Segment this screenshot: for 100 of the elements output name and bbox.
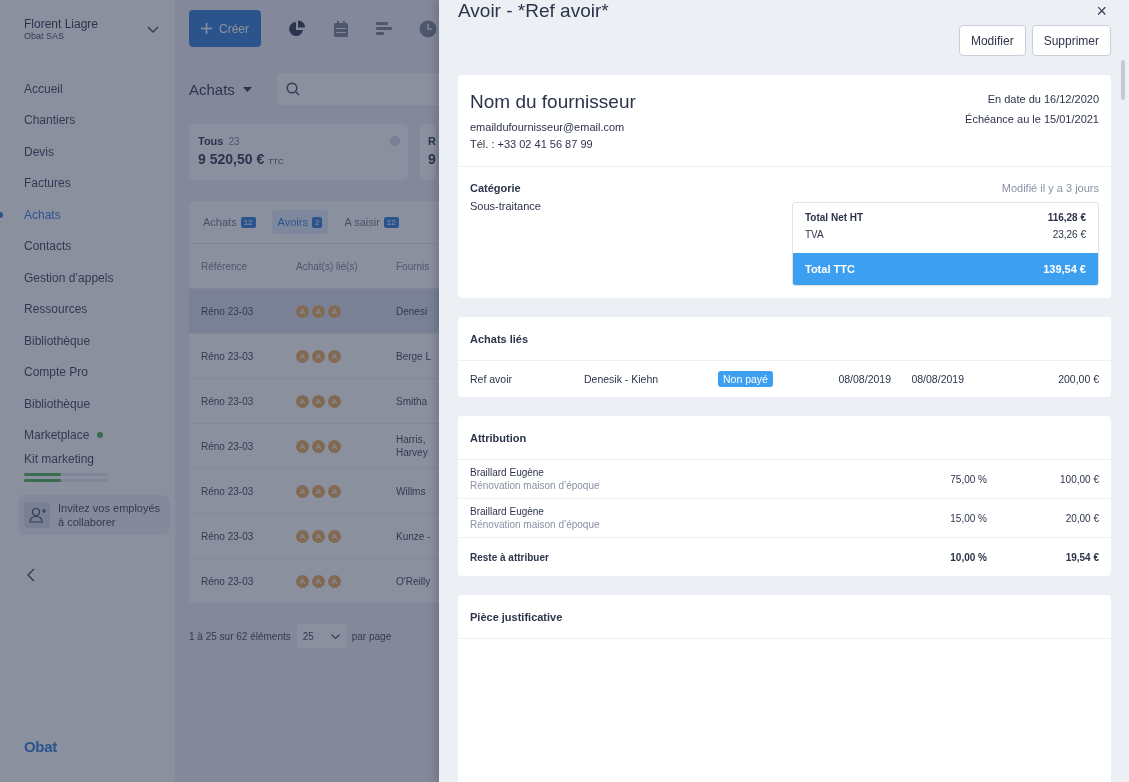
- column-header[interactable]: Référence: [189, 260, 296, 272]
- avatar[interactable]: A: [296, 439, 309, 453]
- tab[interactable]: A saisir 12: [338, 210, 405, 234]
- nav-item[interactable]: Ressources: [24, 302, 88, 317]
- avatar[interactable]: A: [312, 394, 325, 408]
- nav-item[interactable]: Kit marketing: [24, 451, 95, 466]
- summary-card[interactable]: R 9: [420, 124, 436, 180]
- chevron-down-icon: [330, 633, 340, 639]
- page-title[interactable]: Achats: [189, 80, 235, 98]
- table-row[interactable]: Réno 23-03 A A A Denesi: [189, 289, 439, 334]
- drawer-title: Avoir - *Ref avoir*: [458, 0, 609, 22]
- avatar[interactable]: A: [296, 304, 309, 318]
- amount-cell-text: 19,54 €: [1064, 551, 1099, 563]
- close-button[interactable]: ×: [1096, 2, 1107, 20]
- supplier-cell-text: Harris, Harvey: [396, 433, 429, 459]
- column-header[interactable]: Fournis: [396, 259, 436, 273]
- card-amount: 9 520,50 €: [198, 151, 265, 167]
- avatar[interactable]: A: [312, 439, 325, 453]
- nav-item[interactable]: Bibliothèque: [24, 333, 91, 348]
- card-label: R: [428, 135, 436, 147]
- invite-card[interactable]: Invitez vos employés à collaborer: [18, 494, 170, 535]
- card-unit: TTC: [268, 157, 284, 166]
- avatar[interactable]: A: [328, 304, 341, 318]
- date-text: Échéance au le 15/01/2021: [965, 113, 1099, 125]
- per-page-select[interactable]: 25: [296, 624, 346, 648]
- user-name: Florent Liagre: [24, 17, 99, 31]
- pie-chart-icon[interactable]: [288, 19, 306, 38]
- nav-item[interactable]: Gestion d’appels: [24, 270, 114, 285]
- section-title: Pièce justificative: [458, 595, 1111, 639]
- total-label: Total TTC: [805, 263, 855, 275]
- supplier-cell-text: Willms: [396, 484, 427, 498]
- nav-item[interactable]: Compte Pro: [24, 365, 89, 380]
- avatar[interactable]: A: [296, 484, 309, 498]
- avatar[interactable]: A: [328, 529, 341, 543]
- category-label: Catégorie: [470, 182, 522, 194]
- avatar[interactable]: A: [312, 484, 325, 498]
- caret-icon[interactable]: [242, 86, 252, 92]
- amount-cell-text: 100,00 €: [1059, 473, 1099, 485]
- bars-icon[interactable]: [376, 20, 392, 37]
- avatar[interactable]: A: [328, 394, 341, 408]
- nav-item[interactable]: Devis: [24, 144, 54, 159]
- create-button[interactable]: Créer: [189, 10, 261, 47]
- invite-text: Invitez vos employés à collaborer: [58, 500, 162, 529]
- nav-item[interactable]: Marketplace: [24, 428, 90, 443]
- nav-item[interactable]: Bibliothèque: [24, 396, 91, 411]
- collapse-icon[interactable]: [27, 567, 35, 582]
- category-value: Sous-traitance: [470, 200, 541, 212]
- avatar[interactable]: A: [296, 349, 309, 363]
- avatar[interactable]: A: [312, 574, 325, 588]
- summary-card[interactable]: Tous 23 9 520,50 € TTC: [189, 124, 408, 180]
- calendar-icon[interactable]: [333, 19, 349, 38]
- nav-item[interactable]: Chantiers: [24, 113, 76, 128]
- reference-cell-text: Ref avoir: [470, 373, 513, 385]
- project-name: Rénovation maison d’époque: [470, 480, 601, 491]
- search-icon: [285, 82, 300, 96]
- clock-icon[interactable]: [419, 19, 437, 38]
- column-header[interactable]: Achat(s) lié(s): [296, 260, 396, 272]
- person-name: Reste à attribuer: [470, 551, 550, 563]
- total-value: 23,26 €: [1052, 229, 1086, 240]
- reference-cell-text: Réno 23-03: [200, 350, 255, 362]
- amount-cell-text: 20,00 €: [1064, 512, 1099, 524]
- avatar[interactable]: A: [312, 349, 325, 363]
- card-count: 23: [228, 135, 240, 147]
- avatar[interactable]: A: [312, 529, 325, 543]
- section-title: Attribution: [458, 416, 1111, 460]
- logo: Obat: [24, 738, 58, 755]
- avatar[interactable]: A: [328, 574, 341, 588]
- nav-item[interactable]: Achats: [24, 207, 61, 222]
- total-value: 116,28 €: [1047, 212, 1086, 223]
- nav-item[interactable]: Contacts: [24, 239, 72, 254]
- avatar[interactable]: A: [328, 484, 341, 498]
- avatar[interactable]: A: [328, 439, 341, 453]
- status-badge: Non payé: [718, 371, 773, 387]
- modified-text: Modifié il y a 3 jours: [1001, 182, 1099, 194]
- avatar[interactable]: A: [312, 304, 325, 318]
- avatar[interactable]: A: [328, 349, 341, 363]
- per-page-label: par page: [351, 630, 392, 642]
- supplier-cell-text: Berge L: [396, 349, 433, 363]
- date-cell-text: 08/08/2019: [837, 373, 891, 385]
- reference-cell-text: Réno 23-03: [200, 440, 255, 452]
- action-button[interactable]: Supprimer: [1031, 25, 1111, 56]
- supplier-cell-text: Denesik - Kiehn: [584, 373, 660, 385]
- action-button[interactable]: Modifier: [958, 25, 1026, 56]
- supplier-cell-text: Kunze -: [396, 529, 432, 543]
- amount-cell-text: 200,00 €: [1057, 373, 1099, 385]
- avatar[interactable]: A: [296, 574, 309, 588]
- chevron-down-icon[interactable]: [147, 25, 159, 33]
- avatar[interactable]: A: [296, 529, 309, 543]
- card-label: Tous: [198, 135, 224, 147]
- reference-cell-text: Réno 23-03: [200, 575, 255, 587]
- tab[interactable]: Avoirs 2: [271, 210, 329, 234]
- supplier-cell-text: Smitha: [396, 394, 429, 408]
- nav-item[interactable]: Factures: [24, 176, 71, 191]
- project-name: Rénovation maison d’époque: [470, 519, 601, 530]
- plus-icon: [201, 23, 212, 34]
- pagination-summary: 1 à 25 sur 62 éléments: [189, 630, 291, 642]
- reference-cell-text: Réno 23-03: [200, 395, 255, 407]
- nav-item[interactable]: Accueil: [24, 81, 63, 96]
- avatar[interactable]: A: [296, 394, 309, 408]
- tab[interactable]: Achats 12: [197, 210, 262, 234]
